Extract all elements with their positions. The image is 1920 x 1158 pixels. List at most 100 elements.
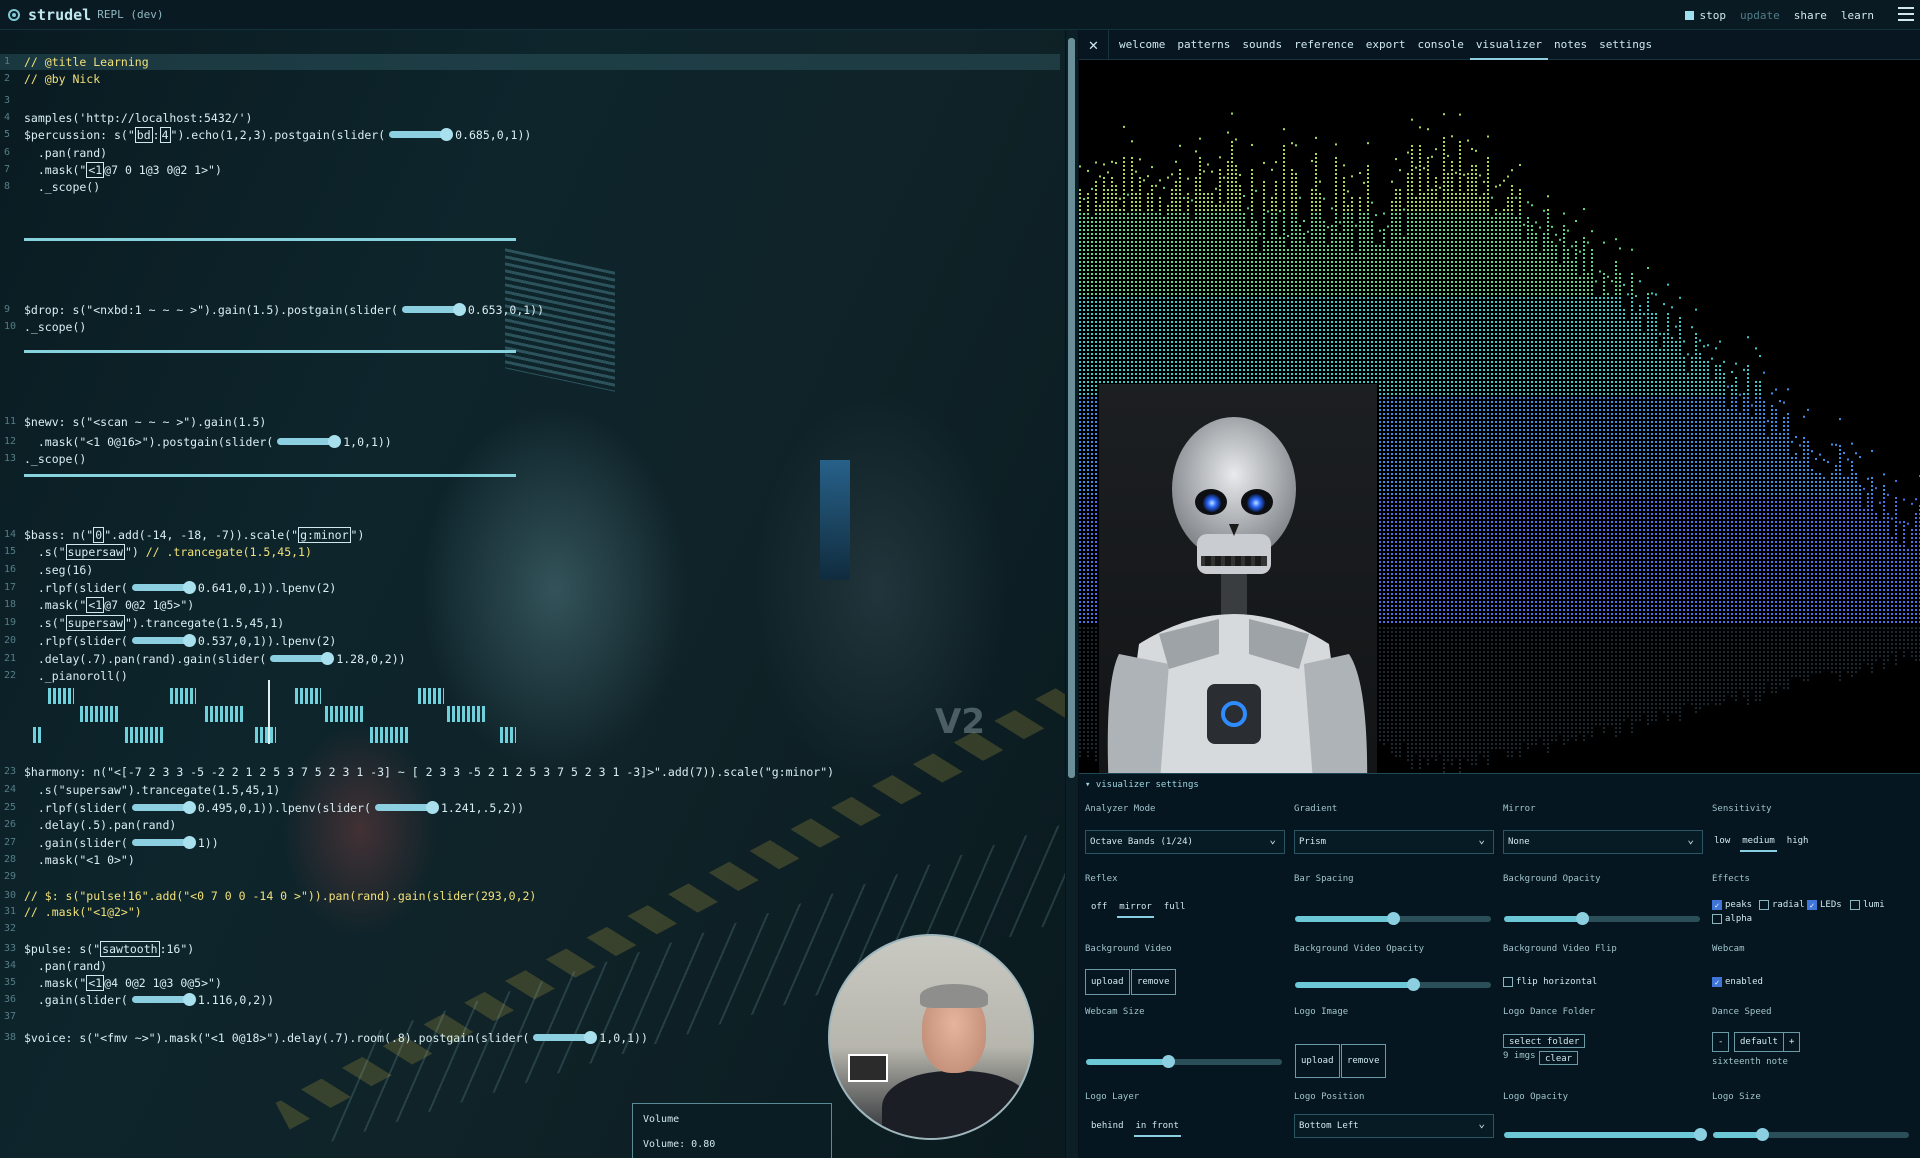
editor-scrollbar[interactable] [1066,30,1078,1158]
effect-peaks-checkbox[interactable]: ✓ peaks [1712,900,1752,910]
logo-size-knob[interactable] [1756,1128,1769,1141]
logo-position-select[interactable]: Bottom Left [1294,1113,1494,1138]
code-line[interactable]: 16 .seg(16) [0,562,1060,578]
code-line[interactable]: 23 $harmony: n("<[-7 2 3 3 -5 -2 2 1 2 5 … [0,764,1060,780]
effect-alpha-checkbox[interactable]: alpha [1712,914,1752,924]
inline-slider-widget[interactable] [131,836,196,849]
select-folder-button[interactable]: select folder [1503,1034,1586,1048]
background-video-upload-button[interactable]: upload [1085,969,1130,995]
code-line[interactable]: 6 .pan(rand) [0,145,1060,161]
learn-button[interactable]: learn [1841,9,1874,22]
tab-console[interactable]: console [1411,30,1469,60]
logo-image-remove-button[interactable]: remove [1341,1044,1386,1078]
inline-slider-widget[interactable] [131,993,196,1006]
logo-opacity-knob[interactable] [1694,1128,1707,1141]
code-line[interactable]: 14 $bass: n(" 0 ".add(-14, -18, -7)).scale(… [0,527,1060,543]
inline-slider-widget[interactable] [401,303,466,316]
inline-slider-widget[interactable] [389,128,454,141]
update-button[interactable]: update [1740,9,1780,22]
code-line[interactable]: 18 .mask(" <1 @7 0@2 1@5>") [0,597,1060,613]
logo-layer-option-in-front[interactable]: in front [1133,1119,1181,1137]
code-line[interactable]: 1// @title Learning [0,54,1060,70]
code-line[interactable]: 19 .s(" supersaw ").trancegate(1.5,45,1) [0,615,1060,631]
code-line[interactable]: 22 ._pianoroll() [0,668,1060,684]
code-line[interactable]: 32 [0,921,1060,937]
code-line[interactable]: 25 .rlpf(slider(0.495,0,1)).lpenv(slider… [0,800,1060,816]
logo-opacity-slider[interactable] [1504,1128,1707,1141]
bar-spacing-knob[interactable] [1387,912,1400,925]
reflex-option-off[interactable]: off [1089,900,1109,918]
sensitivity-option-low[interactable]: low [1712,834,1732,852]
code-line[interactable]: 5 $percussion: s(" bd:4 ").echo(1,2,3).post… [0,127,1060,143]
tab-settings[interactable]: settings [1593,30,1658,60]
bar-spacing-slider[interactable] [1295,912,1491,925]
tab-patterns[interactable]: patterns [1171,30,1236,60]
logo-size-slider[interactable] [1713,1128,1909,1141]
code-line[interactable]: 3 [0,93,1060,109]
background-video-opacity-slider[interactable] [1295,978,1491,991]
webcam-size-knob[interactable] [1162,1055,1176,1068]
code-line[interactable]: 2// @by Nick [0,71,1060,87]
tab-export[interactable]: export [1360,30,1412,60]
code-editor[interactable]: V2 1// @title Learning 2// @by Nick 3 4 samp… [0,30,1065,1158]
inline-slider-widget[interactable] [374,801,439,814]
code-line[interactable]: 20 .rlpf(slider(0.537,0,1)).lpenv(2) [0,633,1060,649]
background-video-opacity-knob[interactable] [1406,978,1420,991]
inline-slider-widget[interactable] [270,652,335,665]
share-button[interactable]: share [1794,9,1827,22]
editor-scrollbar-thumb[interactable] [1068,38,1075,778]
background-opacity-slider[interactable] [1504,912,1700,925]
dance-speed-decrease-button[interactable]: - [1712,1032,1730,1052]
code-line[interactable]: 31// .mask("<1@2>") [0,904,1060,920]
code-line[interactable]: 10 ._scope() [0,319,1060,335]
code-line[interactable]: 4 samples('http://localhost:5432/') [0,110,1060,126]
code-line[interactable]: 27 .gain(slider(1)) [0,835,1060,851]
code-line[interactable]: 28 .mask("<1 0>") [0,852,1060,868]
inline-slider-widget[interactable] [533,1031,598,1044]
logo-layer-option-behind[interactable]: behind [1089,1119,1126,1137]
code-line[interactable]: 15 .s(" supersaw ") // .trancegate(1.5,45,… [0,544,1060,560]
dance-speed-increase-button[interactable]: + [1783,1032,1801,1052]
code-line[interactable]: 11 $newv: s("<scan ~ ~ ~ >").gain(1.5) [0,414,1060,430]
code-line[interactable]: 7 .mask(" <1 @7 0 1@3 0@2 1>") [0,162,1060,178]
inline-slider-widget[interactable] [277,435,342,448]
background-opacity-knob[interactable] [1576,912,1590,925]
tab-sounds[interactable]: sounds [1236,30,1288,60]
inline-slider-widget[interactable] [131,801,196,814]
gradient-select[interactable]: Prism [1294,829,1494,854]
effect-lumi-checkbox[interactable]: lumi [1850,900,1885,910]
effect-radial-checkbox[interactable]: radial [1759,900,1805,910]
reflex-option-mirror[interactable]: mirror [1117,900,1154,918]
inline-slider-widget[interactable] [131,634,196,647]
code-line[interactable]: 26 .delay(.5).pan(rand) [0,817,1060,833]
logo-image-upload-button[interactable]: upload [1295,1044,1340,1078]
stop-button[interactable]: stop [1684,9,1726,22]
close-panel-icon[interactable]: ✕ [1079,29,1109,60]
analyzer-mode-select[interactable]: Octave Bands (1/24) [1085,829,1285,854]
code-line[interactable]: 12 .mask("<1 0@16>").postgain(slider(1,0… [0,434,1060,450]
reflex-option-full[interactable]: full [1162,900,1188,918]
webcam-enabled-checkbox[interactable]: ✓ enabled [1712,977,1763,987]
inline-slider-widget[interactable] [131,581,196,594]
flip-horizontal-checkbox[interactable]: flip horizontal [1503,977,1597,987]
tab-visualizer[interactable]: visualizer [1469,30,1549,60]
visualizer-settings-toggle[interactable]: ▾ visualizer settings [1085,780,1199,790]
mirror-select[interactable]: None [1503,829,1703,854]
hamburger-menu-icon[interactable] [1898,7,1914,21]
code-line[interactable]: 17 .rlpf(slider(0.641,0,1)).lpenv(2) [0,580,1060,596]
code-line[interactable]: 30// $: s("pulse!16".add("<0 7 0 0 -14 0… [0,888,1060,904]
code-line[interactable]: 9 $drop: s("<nxbd:1 ~ ~ ~ >").gain(1.5).p… [0,302,1060,318]
background-video-remove-button[interactable]: remove [1131,969,1176,995]
code-line[interactable]: 29 [0,869,1060,885]
code-line[interactable]: 8 ._scope() [0,179,1060,195]
code-line[interactable]: 13 ._scope() [0,451,1060,467]
effect-leds-checkbox[interactable]: ✓ LEDs [1807,900,1842,910]
tab-reference[interactable]: reference [1288,30,1360,60]
sensitivity-option-medium[interactable]: medium [1740,834,1777,852]
code-line[interactable]: 21 .delay(.7).pan(rand).gain(slider(1.28… [0,651,1060,667]
tab-notes[interactable]: notes [1548,30,1593,60]
clear-folder-button[interactable]: clear [1539,1051,1579,1065]
tab-welcome[interactable]: welcome [1113,30,1171,60]
sensitivity-option-high[interactable]: high [1785,834,1811,852]
code-line[interactable]: 24 .s("supersaw").trancegate(1.5,45,1) [0,782,1060,798]
